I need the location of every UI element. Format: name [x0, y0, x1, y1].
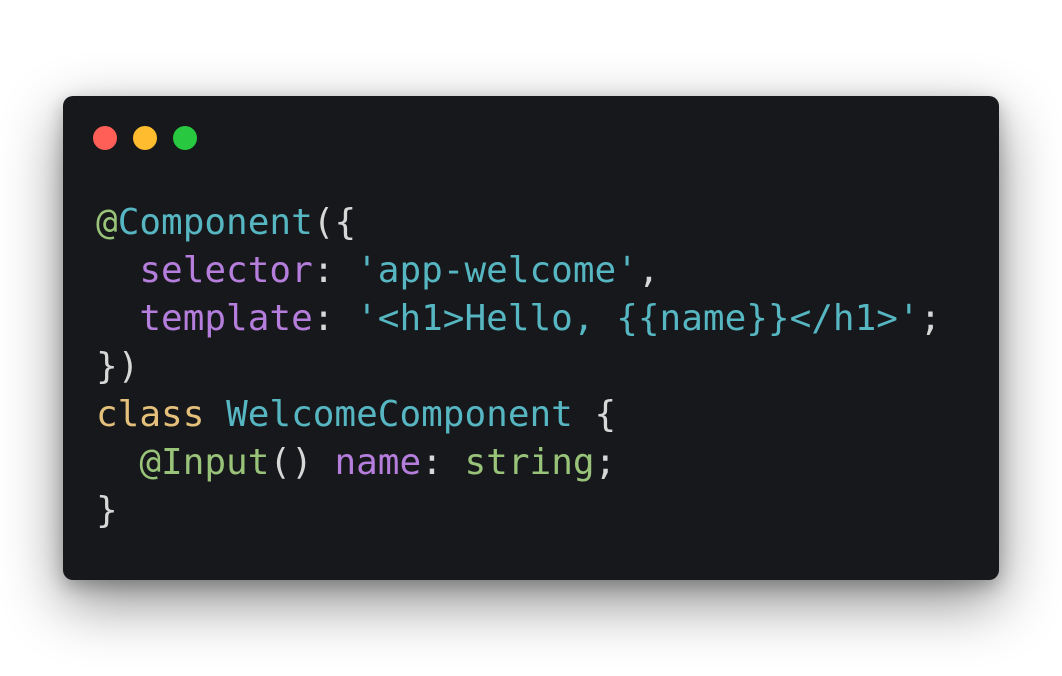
code-line: @Component({: [96, 199, 941, 247]
code-line: selector: 'app-welcome',: [96, 247, 941, 295]
code-token-identifier: Component: [117, 202, 313, 243]
code-token-plain: ;: [919, 298, 942, 339]
code-token-plain: (): [269, 442, 335, 483]
code-token-plain: }): [96, 346, 140, 387]
code-token-type: string: [464, 442, 595, 483]
maximize-dot-icon[interactable]: [173, 126, 197, 150]
code-line: @Input() name: string;: [96, 439, 941, 487]
code-token-keyword: class: [96, 394, 205, 435]
code-token-plain: }: [96, 490, 118, 531]
code-token-decorator: @Input: [139, 442, 270, 483]
window-controls: [93, 126, 197, 150]
code-token-plain: :: [312, 298, 357, 339]
code-token-property: template: [139, 298, 313, 339]
code-token-string: '<h1>Hello, {{name}}</h1>': [356, 298, 920, 339]
minimize-dot-icon[interactable]: [133, 126, 157, 150]
code-token-string: 'app-welcome': [356, 250, 638, 291]
code-token-plain: {: [572, 394, 617, 435]
code-token-plain: ({: [312, 202, 357, 243]
close-dot-icon[interactable]: [93, 126, 117, 150]
code-line: class WelcomeComponent {: [96, 391, 941, 439]
code-line: }: [96, 487, 941, 535]
code-token-plain: :: [312, 250, 357, 291]
code-line: template: '<h1>Hello, {{name}}</h1>';: [96, 295, 941, 343]
code-line: }): [96, 343, 941, 391]
code-token-identifier: WelcomeComponent: [226, 394, 573, 435]
code-token-decorator: @: [96, 202, 118, 243]
code-block: @Component({ selector: 'app-welcome', te…: [96, 199, 941, 535]
code-window: @Component({ selector: 'app-welcome', te…: [63, 96, 999, 580]
code-token-property: selector: [139, 250, 313, 291]
code-token-plain: ;: [594, 442, 617, 483]
code-token-property: name: [334, 442, 422, 483]
code-token-plain: :: [421, 442, 465, 483]
code-token-plain: ,: [637, 250, 660, 291]
